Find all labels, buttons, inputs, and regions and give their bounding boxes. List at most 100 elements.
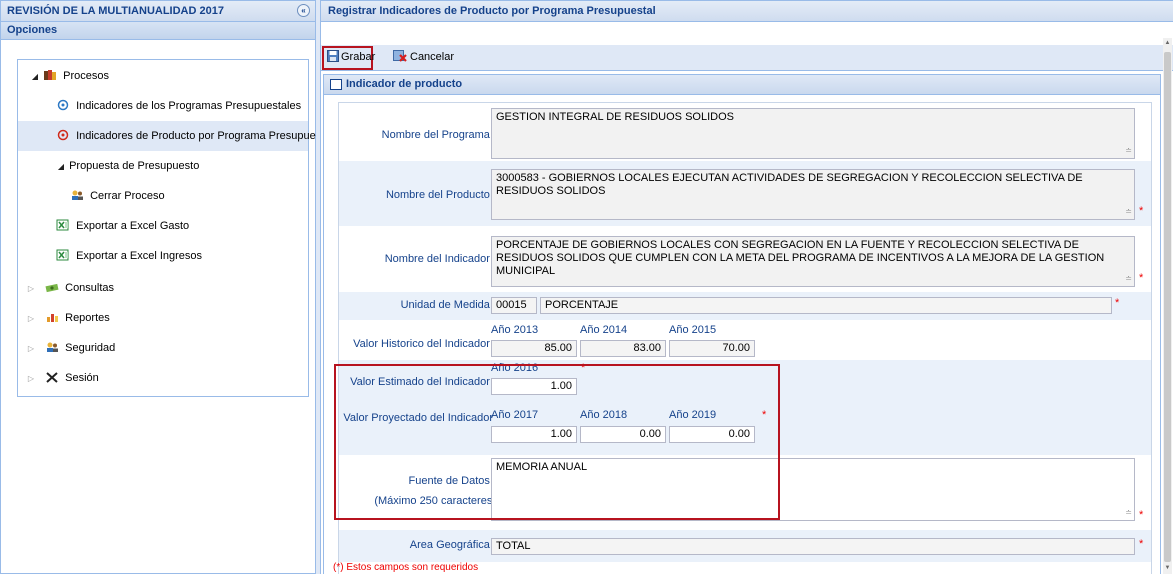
excel-icon	[56, 249, 69, 261]
indicador-row: Nombre del Indicador : PORCENTAJE DE GOB…	[339, 226, 1151, 292]
tree-node-seguridad[interactable]: ▷ Seguridad	[18, 333, 308, 363]
save-button-label: Grabar	[341, 51, 376, 63]
save-button[interactable]: Grabar	[325, 48, 379, 68]
indicador-section: Indicador de producto Nombre del Program…	[323, 74, 1161, 574]
excel-icon	[56, 219, 69, 231]
main-panel: Registrar Indicadores de Producto por Pr…	[320, 0, 1173, 574]
tree-node-propuesta-presupuesto[interactable]: ◢ Propuesta de Presupuesto	[18, 151, 308, 181]
pin-red-icon	[57, 129, 69, 141]
tree-node-reportes[interactable]: ▷ Reportes	[18, 303, 308, 333]
required-asterisk: *	[1139, 272, 1144, 284]
proyectado-value-2019-input[interactable]: 0.00	[669, 426, 755, 443]
tree-node-indicadores-producto[interactable]: Indicadores de Producto por Programa Pre…	[18, 121, 333, 151]
tree-node-exportar-gasto[interactable]: Exportar a Excel Gasto	[18, 211, 308, 241]
proyectado-year-2017: Año 2017	[491, 409, 539, 421]
producto-value: 3000583 - GOBIERNOS LOCALES EJECUTAN ACT…	[496, 172, 1083, 197]
fuente-row: Fuente de Datos : (Máximo 250 caracteres…	[339, 455, 1151, 530]
floppy-disk-icon	[327, 50, 339, 62]
estimado-label: Valor Estimado del Indicador :	[350, 376, 496, 388]
fuente-label: Fuente de Datos :	[408, 475, 496, 487]
historico-year-2014: Año 2014	[580, 324, 628, 336]
tree-label: Sesión	[65, 372, 99, 384]
estimado-value-input[interactable]: 1.00	[491, 378, 577, 395]
required-fields-note: (*) Estos campos son requeridos	[333, 562, 479, 573]
proyectado-year-2018: Año 2018	[580, 409, 628, 421]
historico-row: Valor Historico del Indicador : Año 2013…	[339, 320, 1151, 360]
cancel-button[interactable]: Cancelar	[391, 48, 458, 68]
folder-books-icon	[44, 70, 57, 80]
fuente-value: MEMORIA ANUAL	[496, 461, 588, 473]
required-asterisk: *	[581, 362, 586, 374]
required-asterisk: *	[1115, 297, 1120, 309]
tree-label: Exportar a Excel Gasto	[76, 220, 190, 232]
expand-arrow-icon[interactable]: ◢	[30, 62, 40, 92]
fuente-hint: (Máximo 250 caracteres)	[374, 495, 496, 507]
indicador-value: PORCENTAJE DE GOBIERNOS LOCALES CON SEGR…	[496, 239, 1105, 277]
proyectado-value-2018-input[interactable]: 0.00	[580, 426, 666, 443]
vertical-scrollbar[interactable]: ▲ ▼	[1163, 38, 1172, 574]
programa-row: Nombre del Programa : GESTION INTEGRAL D…	[339, 103, 1151, 161]
tree-node-sesion[interactable]: ▷ Sesión	[18, 363, 308, 393]
unidad-value-field: PORCENTAJE	[540, 297, 1112, 314]
estimado-row: Valor Estimado del Indicador : Año 2016 …	[339, 360, 1151, 400]
collapsed-arrow-icon[interactable]: ▷	[26, 364, 36, 394]
users-icon	[72, 190, 83, 200]
producto-field: 3000583 - GOBIERNOS LOCALES EJECUTAN ACT…	[491, 169, 1135, 220]
programa-field: GESTION INTEGRAL DE RESIDUOS SOLIDOS ≐	[491, 108, 1135, 159]
tree-label: Consultas	[65, 282, 115, 294]
tree-node-procesos[interactable]: ◢ Procesos	[18, 61, 308, 91]
tree-node-cerrar-proceso[interactable]: Cerrar Proceso	[18, 181, 308, 211]
cancel-button-label: Cancelar	[410, 51, 455, 63]
app-window: REVISIÓN DE LA MULTIANUALIDAD 2017 « Opc…	[0, 0, 1173, 574]
area-field: TOTAL	[491, 538, 1135, 555]
left-panel-header: REVISIÓN DE LA MULTIANUALIDAD 2017 «	[1, 1, 315, 22]
section-box-icon	[330, 79, 342, 90]
tree-label: Procesos	[63, 70, 109, 82]
chart-icon	[47, 314, 59, 322]
tree-label: Seguridad	[65, 342, 116, 354]
tools-icon	[46, 372, 58, 383]
scroll-thumb[interactable]	[1164, 52, 1171, 562]
unidad-label: Unidad de Medida :	[400, 299, 496, 311]
area-label: Area Geográfica :	[409, 539, 496, 551]
programa-value: GESTION INTEGRAL DE RESIDUOS SOLIDOS	[496, 111, 734, 123]
collapse-panel-button[interactable]: «	[297, 4, 310, 17]
left-panel: REVISIÓN DE LA MULTIANUALIDAD 2017 « Opc…	[0, 0, 333, 574]
historico-value-2014: 83.00	[580, 340, 666, 357]
expand-arrow-icon[interactable]: ◢	[56, 152, 66, 182]
tree-label: Indicadores de Producto por Programa Pre…	[76, 130, 333, 142]
producto-row: Nombre del Producto : 3000583 - GOBIERNO…	[339, 161, 1151, 226]
tree-label: Cerrar Proceso	[90, 190, 165, 202]
tree-node-exportar-ingresos[interactable]: Exportar a Excel Ingresos	[18, 241, 308, 271]
toolbar: Grabar Cancelar	[321, 45, 1173, 71]
unidad-code-field: 00015	[491, 297, 537, 314]
scroll-up-arrow-icon[interactable]: ▲	[1163, 40, 1172, 46]
scroll-down-arrow-icon[interactable]: ▼	[1163, 565, 1172, 571]
proyectado-value-2017-input[interactable]: 1.00	[491, 426, 577, 443]
historico-value-2015: 70.00	[669, 340, 755, 357]
cancel-icon	[393, 50, 407, 62]
collapsed-arrow-icon[interactable]: ▷	[26, 274, 36, 304]
tree-node-indicadores-programas[interactable]: Indicadores de los Programas Presupuesta…	[18, 91, 308, 121]
proyectado-year-2019: Año 2019	[669, 409, 717, 421]
required-asterisk: *	[1139, 205, 1144, 217]
required-asterisk: *	[1139, 509, 1144, 521]
collapsed-arrow-icon[interactable]: ▷	[26, 334, 36, 364]
estimado-year-2016: Año 2016	[491, 362, 539, 374]
indicator-form: Nombre del Programa : GESTION INTEGRAL D…	[338, 102, 1152, 574]
users-icon	[47, 342, 59, 352]
collapsed-arrow-icon[interactable]: ▷	[26, 304, 36, 334]
options-header: Opciones	[1, 22, 315, 40]
tree-node-consultas[interactable]: ▷ Consultas	[18, 273, 308, 303]
proyectado-label: Valor Proyectado del Indicador	[343, 412, 493, 424]
historico-year-2013: Año 2013	[491, 324, 539, 336]
left-panel-title: REVISIÓN DE LA MULTIANUALIDAD 2017	[7, 5, 224, 17]
unidad-row: Unidad de Medida : 00015 PORCENTAJE *	[339, 292, 1151, 320]
resize-grip-icon: ≐	[1125, 207, 1132, 216]
fuente-textarea[interactable]: MEMORIA ANUAL ≐	[491, 458, 1135, 521]
resize-grip-icon: ≐	[1125, 146, 1132, 155]
section-header: Indicador de producto	[324, 75, 1160, 95]
pin-blue-icon	[57, 99, 69, 111]
main-panel-title: Registrar Indicadores de Producto por Pr…	[321, 1, 1173, 22]
tree-label: Exportar a Excel Ingresos	[76, 250, 203, 262]
